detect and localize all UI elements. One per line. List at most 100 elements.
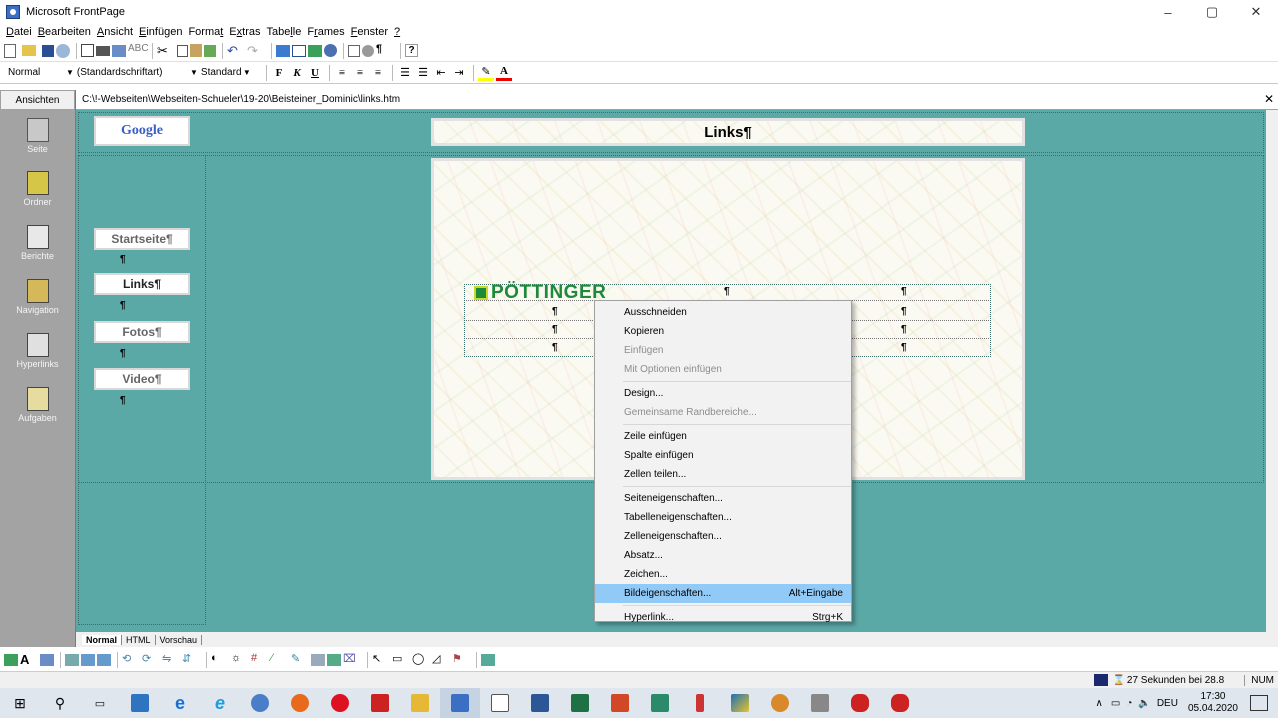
context-menu-item[interactable]: Zelleneigenschaften... — [595, 527, 851, 546]
text-icon[interactable]: A — [20, 652, 38, 668]
rectangle-icon[interactable]: ▭ — [392, 652, 410, 668]
insert-picture-icon[interactable] — [308, 44, 322, 57]
view-page[interactable]: Seite — [0, 110, 75, 162]
preview-icon[interactable] — [112, 44, 126, 57]
context-menu-item[interactable]: Zeile einfügen — [595, 427, 851, 446]
align-center-icon[interactable]: ≡ — [352, 65, 368, 81]
taskbar-app-frontpage[interactable] — [440, 688, 480, 718]
format-painter-icon[interactable] — [204, 44, 216, 57]
rotate-right-icon[interactable]: ⟳ — [142, 652, 160, 668]
context-menu-item[interactable]: Bildeigenschaften... Alt+Eingabe — [595, 584, 851, 603]
new-page-icon[interactable] — [4, 43, 16, 58]
help-icon[interactable]: ? — [405, 44, 418, 57]
stop-icon[interactable] — [362, 44, 374, 57]
clock[interactable]: 17:30 05.04.2020 — [1188, 691, 1238, 715]
taskbar-app[interactable] — [320, 688, 360, 718]
taskbar-app[interactable] — [120, 688, 160, 718]
poettinger-logo[interactable]: PÖTTINGER — [474, 282, 606, 304]
hyperlink-icon[interactable] — [324, 44, 337, 57]
taskbar-app[interactable] — [800, 688, 840, 718]
bevel-icon[interactable] — [327, 653, 341, 666]
menu-item[interactable]: Ansicht — [97, 26, 133, 38]
print-icon[interactable] — [96, 45, 110, 56]
thumbnail-icon[interactable] — [40, 653, 54, 666]
spelling-icon[interactable]: ABC — [128, 43, 149, 59]
highlight-hotspots-icon[interactable]: ⚑ — [452, 652, 470, 668]
menu-item[interactable]: Fenster — [351, 26, 388, 38]
nav-button-links[interactable]: Links¶ — [94, 273, 190, 295]
taskbar-app[interactable] — [560, 688, 600, 718]
taskbar-app[interactable] — [880, 688, 920, 718]
close-document-icon[interactable]: ✕ — [1264, 92, 1274, 106]
taskbar-app[interactable] — [680, 688, 720, 718]
crop-icon[interactable]: # — [251, 652, 269, 668]
restore-icon[interactable] — [481, 653, 495, 666]
heading-cell[interactable]: Links¶ — [431, 118, 1025, 146]
google-button[interactable]: Google — [94, 116, 190, 146]
flip-horizontal-icon[interactable]: ⇋ — [162, 652, 180, 668]
taskbar-app[interactable] — [280, 688, 320, 718]
taskbar-app[interactable] — [520, 688, 560, 718]
font-color-icon[interactable]: A — [496, 65, 512, 81]
save-icon[interactable] — [42, 44, 54, 57]
decrease-indent-icon[interactable]: ⇤ — [433, 65, 449, 81]
publish-icon[interactable] — [56, 43, 70, 58]
redo-icon[interactable]: ↷ — [247, 43, 265, 59]
color-icon[interactable] — [311, 653, 325, 666]
menu-item[interactable]: Einfügen — [139, 26, 182, 38]
tray-expand-icon[interactable]: ∧ — [1096, 698, 1103, 709]
taskbar-app[interactable] — [640, 688, 680, 718]
menu-item[interactable]: Format — [188, 26, 223, 38]
nav-button-fotos[interactable]: Fotos¶ — [94, 321, 190, 343]
task-view-button[interactable]: ▭ — [80, 688, 120, 718]
taskbar-app[interactable]: e — [160, 688, 200, 718]
taskbar-app[interactable] — [600, 688, 640, 718]
context-menu-item[interactable]: Hyperlink... Strg+K — [595, 608, 851, 627]
bring-forward-icon[interactable] — [81, 653, 95, 666]
view-tasks[interactable]: Aufgaben — [0, 378, 75, 432]
context-menu-item[interactable]: Seiteneigenschaften... — [595, 489, 851, 508]
insert-table-icon[interactable] — [292, 44, 306, 57]
network-icon[interactable]: ◔ — [1126, 698, 1132, 709]
transparent-color-icon[interactable]: ✎ — [291, 652, 309, 668]
view-hyperlinks[interactable]: Hyperlinks — [0, 324, 75, 378]
taskbar-app[interactable] — [720, 688, 760, 718]
ellipse-icon[interactable]: ◯ — [412, 652, 430, 668]
tab-vorschau[interactable]: Vorschau — [156, 634, 203, 645]
menu-item[interactable]: Frames — [307, 26, 344, 38]
maximize-button[interactable]: ▢ — [1190, 0, 1234, 24]
undo-icon[interactable]: ↶ — [227, 43, 245, 59]
minimize-button[interactable]: – — [1146, 0, 1190, 24]
refresh-icon[interactable] — [348, 44, 360, 57]
resample-icon[interactable]: ⌧ — [343, 652, 361, 668]
search-button[interactable]: ⚲ — [40, 688, 80, 718]
menu-item[interactable]: ? — [394, 26, 400, 38]
align-left-icon[interactable]: ≡ — [334, 65, 350, 81]
context-menu-item[interactable]: Kopieren — [595, 322, 851, 341]
tab-html[interactable]: HTML — [122, 634, 156, 645]
font-select[interactable]: ▼ (Standardschriftart) — [62, 63, 182, 82]
insert-picture-icon[interactable] — [4, 653, 18, 666]
polygon-icon[interactable]: ◿ — [432, 652, 450, 668]
paste-icon[interactable] — [190, 44, 202, 57]
taskbar-app[interactable] — [760, 688, 800, 718]
menu-item[interactable]: Bearbeiten — [38, 26, 91, 38]
show-all-icon[interactable]: ¶ — [376, 43, 394, 59]
menu-item[interactable]: Datei — [6, 26, 32, 38]
bulleted-list-icon[interactable]: ☰ — [415, 65, 431, 81]
highlight-icon[interactable]: ✎ — [478, 65, 494, 81]
taskbar-app[interactable]: e — [200, 688, 240, 718]
view-folders[interactable]: Ordner — [0, 162, 75, 216]
rotate-left-icon[interactable]: ⟲ — [122, 652, 140, 668]
style-select[interactable]: Normal — [4, 63, 58, 82]
brightness-icon[interactable]: ☼ — [231, 652, 249, 668]
italic-button[interactable]: K — [289, 65, 305, 81]
context-menu-item[interactable]: Tabelleneigenschaften... — [595, 508, 851, 527]
line-style-icon[interactable]: ⁄ — [271, 652, 289, 668]
underline-button[interactable]: U — [307, 65, 323, 81]
menu-item[interactable]: Extras — [229, 26, 260, 38]
volume-icon[interactable]: 🔈 — [1138, 698, 1150, 709]
flip-vertical-icon[interactable]: ⇵ — [182, 652, 200, 668]
select-icon[interactable]: ↖ — [372, 652, 390, 668]
numbered-list-icon[interactable]: ☰ — [397, 65, 413, 81]
